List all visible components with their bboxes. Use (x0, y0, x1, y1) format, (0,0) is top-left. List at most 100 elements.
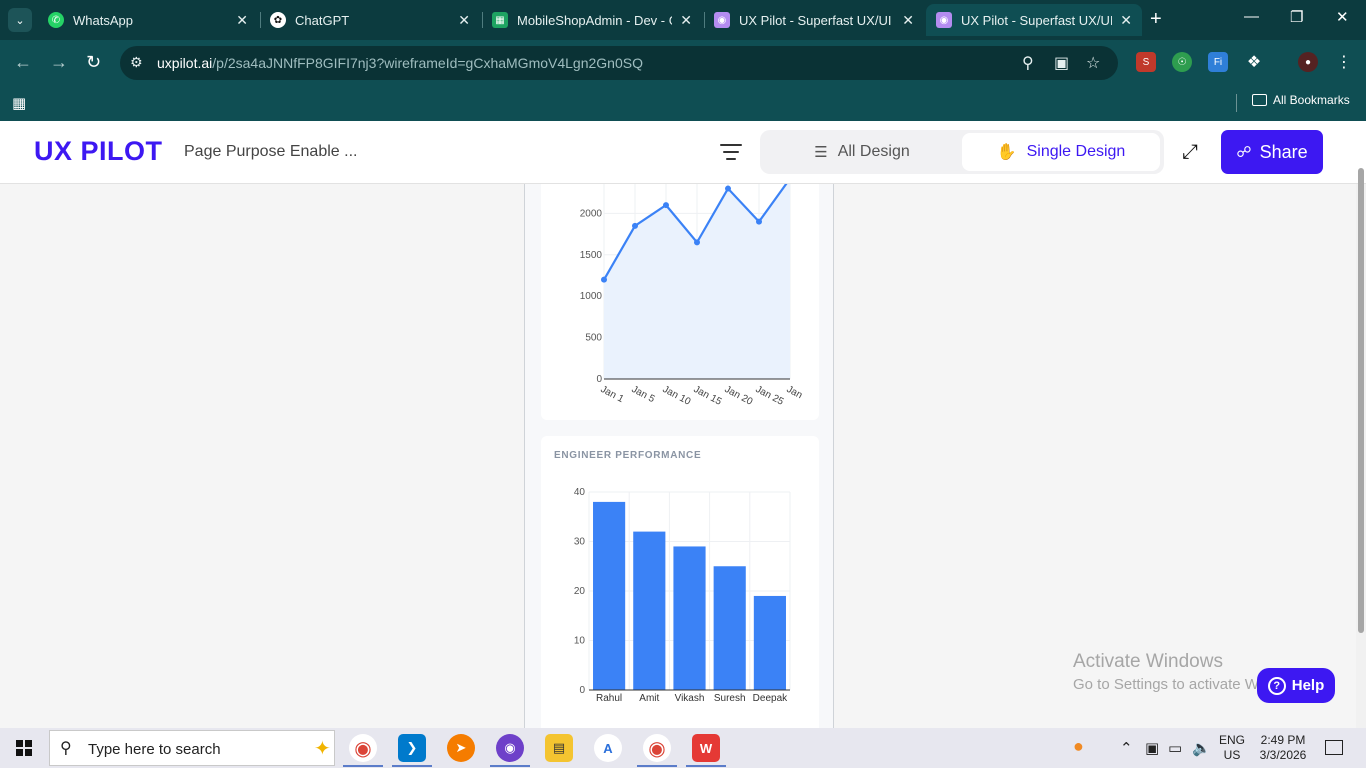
url-omnibox[interactable]: ⚙ uxpilot.ai/p/2sa4aJNNfFP8GIFI7nj3?wire… (120, 46, 1118, 80)
restore-icon[interactable]: ❐ (1290, 8, 1303, 26)
y-tick-label: 1500 (580, 250, 603, 261)
search-icon: ⚲ (60, 740, 72, 757)
postman-taskbar-icon[interactable]: ➤ (447, 734, 475, 762)
windows-start-icon[interactable] (16, 740, 32, 756)
zoom-icon[interactable]: ⚲ (1022, 53, 1034, 73)
browser-menu-icon[interactable]: ⋮ (1334, 52, 1354, 72)
uxpilot-icon: ◉ (714, 12, 730, 28)
network-icon[interactable]: ▭ (1168, 739, 1182, 757)
close-tab-icon[interactable]: ✕ (458, 12, 470, 29)
tab-mobileshopadmin[interactable]: ▦ MobileShopAdmin - Dev - G ✕ (482, 4, 702, 36)
minimize-icon[interactable]: — (1244, 8, 1259, 25)
running-indicator (637, 765, 677, 767)
fi-extension-icon[interactable]: Fi (1208, 52, 1228, 72)
fullscreen-expand-icon[interactable]: ⤢ (1182, 141, 1198, 164)
app-header: UX PILOT Page Purpose Enable ... ☰ All D… (0, 121, 1366, 184)
url-path: /p/2sa4aJNNfFP8GIFI7nj3?wireframeId=gCxh… (212, 55, 643, 71)
folder-icon (1252, 94, 1267, 106)
uxpilot-icon: ◉ (936, 12, 952, 28)
close-tab-icon[interactable]: ✕ (236, 12, 248, 29)
reload-icon[interactable]: ↻ (86, 52, 101, 73)
bar (713, 566, 746, 690)
data-point (663, 202, 669, 209)
scrollbar-thumb[interactable] (1358, 168, 1364, 633)
all-design-button[interactable]: ☰ All Design (763, 133, 961, 171)
install-app-icon[interactable]: ▣ (1054, 53, 1069, 73)
browser-tab-strip: ⌄ ✆ WhatsApp ✕ ✿ ChatGPT ✕ ▦ MobileShopA… (0, 0, 1366, 40)
eye-extension-icon[interactable]: ☉ (1172, 52, 1192, 72)
help-button[interactable]: ? Help (1257, 668, 1335, 703)
x-tick-label: Jan 20 (723, 384, 755, 408)
android-studio-taskbar-icon[interactable]: A (594, 734, 622, 762)
y-tick-label: 10 (574, 636, 586, 647)
x-tick-label: Amit (639, 693, 659, 704)
tab-whatsapp[interactable]: ✆ WhatsApp ✕ (38, 4, 258, 36)
system-clock[interactable]: 2:49 PM 3/3/2026 (1258, 733, 1308, 763)
bookmarks-divider (1236, 94, 1237, 112)
taskbar-search-box[interactable]: ⚲ Type here to search ✦ (49, 730, 335, 766)
x-tick-label: Vikash (675, 693, 705, 704)
file-explorer-taskbar-icon[interactable]: ▤ (545, 734, 573, 762)
help-label: Help (1291, 677, 1325, 694)
y-tick-label: 2000 (580, 208, 603, 219)
chrome-taskbar-icon[interactable]: ◉ (349, 734, 377, 762)
x-tick-label: Suresh (714, 693, 746, 704)
show-hidden-icons-chevron-icon[interactable]: ⌃ (1120, 739, 1133, 757)
apps-grid-icon[interactable]: ▦ (12, 94, 26, 112)
new-tab-plus-icon[interactable]: + (1150, 8, 1162, 31)
seo-extension-icon[interactable]: S (1136, 52, 1156, 72)
mobile-design-frame[interactable]: 0 500 1000 1500 2000 Jan 1 Jan 5 Jan 10 Jan 15 Ja… (524, 184, 834, 728)
tab-uxpilot-1[interactable]: ◉ UX Pilot - Superfast UX/UI D ✕ (704, 4, 924, 36)
close-tab-icon[interactable]: ✕ (902, 12, 914, 29)
single-design-button[interactable]: ✋ Single Design (962, 133, 1160, 171)
share-icon: ☍ (1236, 144, 1252, 161)
bar (633, 531, 666, 690)
language-code: ENG (1219, 733, 1246, 747)
page-title[interactable]: Page Purpose Enable ... (184, 143, 357, 161)
share-label: Share (1259, 141, 1308, 162)
design-canvas[interactable]: 0 500 1000 1500 2000 Jan 1 Jan 5 Jan 10 Jan 15 Ja… (0, 184, 1366, 728)
profile-avatar-icon[interactable]: ● (1298, 52, 1318, 72)
page-scrollbar[interactable] (1356, 168, 1366, 728)
volume-muted-icon[interactable]: 🔈 (1192, 739, 1211, 757)
bookmark-star-icon[interactable]: ☆ (1086, 53, 1100, 73)
close-tab-icon[interactable]: ✕ (1120, 12, 1132, 29)
site-settings-icon[interactable]: ⚙ (130, 54, 143, 71)
clock-date: 3/3/2026 (1259, 748, 1307, 762)
language-indicator[interactable]: ENG US (1219, 733, 1245, 763)
tab-uxpilot-active[interactable]: ◉ UX Pilot - Superfast UX/UI D ✕ (926, 4, 1142, 36)
wps-office-taskbar-icon[interactable]: W (692, 734, 720, 762)
line-chart-card: 0 500 1000 1500 2000 Jan 1 Jan 5 Jan 10 Jan 15 Ja… (541, 184, 819, 420)
single-design-label: Single Design (1026, 143, 1126, 160)
share-button[interactable]: ☍ Share (1221, 130, 1323, 174)
meet-now-icon[interactable]: ▣ (1145, 739, 1159, 757)
clock-time: 2:49 PM (1260, 733, 1306, 747)
extensions-puzzle-icon[interactable]: ❖ (1244, 52, 1264, 72)
vscode-taskbar-icon[interactable]: ❯ (398, 734, 426, 762)
notification-center-icon[interactable] (1325, 740, 1343, 755)
x-tick-label: Jan 15 (692, 384, 724, 408)
card-title: ENGINEER PERFORMANCE (554, 450, 702, 461)
chrome-profile-taskbar-icon[interactable]: ◉ (643, 734, 671, 762)
github-desktop-taskbar-icon[interactable]: ◉ (496, 734, 524, 762)
bar (593, 501, 626, 690)
x-tick-label: Jan 5 (630, 384, 657, 405)
back-arrow-icon[interactable]: ← (14, 52, 32, 73)
running-indicator (686, 765, 726, 767)
data-point (694, 239, 700, 246)
filter-icon[interactable] (720, 143, 742, 161)
y-tick-label: 0 (596, 374, 602, 385)
tab-search-button[interactable]: ⌄ (8, 8, 32, 32)
y-tick-label: 30 (574, 537, 586, 548)
close-tab-icon[interactable]: ✕ (680, 12, 692, 29)
weather-tray-icon[interactable]: ● (1073, 736, 1084, 757)
ux-pilot-logo[interactable]: UX PILOT (34, 136, 163, 167)
x-tick-label: Jan 10 (661, 384, 693, 408)
window-close-icon[interactable]: ✕ (1336, 8, 1349, 26)
forward-arrow-icon[interactable]: → (50, 52, 68, 73)
all-bookmarks-button[interactable]: All Bookmarks (1252, 93, 1350, 107)
tab-chatgpt[interactable]: ✿ ChatGPT ✕ (260, 4, 480, 36)
url-text[interactable]: uxpilot.ai/p/2sa4aJNNfFP8GIFI7nj3?wirefr… (157, 55, 643, 71)
data-point (725, 185, 731, 192)
hand-icon: ✋ (996, 144, 1017, 161)
